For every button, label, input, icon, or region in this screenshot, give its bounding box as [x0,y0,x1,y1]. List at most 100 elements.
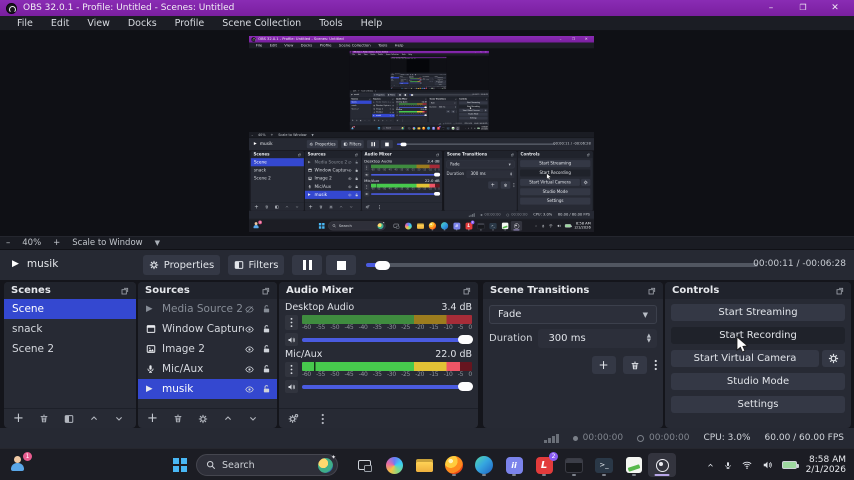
remove-scene-button[interactable] [39,413,49,424]
source-item[interactable]: ▶ musik [138,379,277,399]
add-transition-button[interactable]: + [592,356,616,374]
source-properties-button[interactable] [198,414,208,424]
clock[interactable]: 8:58 AM 2/1/2026 [806,455,846,476]
volume-slider[interactable] [302,385,472,389]
visibility-icon[interactable] [244,385,255,394]
lock-icon[interactable] [262,364,271,374]
people-icon[interactable]: 1 [6,453,30,477]
start-recording-button[interactable]: Start Recording [671,327,845,344]
add-source-button[interactable]: + [147,414,158,424]
add-scene-button[interactable]: + [13,414,24,424]
sources-dock-header[interactable]: Sources [138,282,277,299]
visibility-icon[interactable] [244,365,255,374]
scale-mode-select[interactable]: Scale to Window [72,238,142,248]
visibility-icon[interactable] [244,345,255,354]
move-source-down-button[interactable] [248,414,258,423]
microphone-tray-icon[interactable] [724,460,732,471]
volume-slider[interactable] [302,338,472,342]
scene-item[interactable]: snack [4,319,136,339]
volume-handle[interactable] [458,382,473,391]
mute-button[interactable] [285,333,298,346]
mixer-menu-button[interactable] [321,413,325,425]
l-app-icon[interactable]: L2 [532,453,556,477]
menu-profile[interactable]: Profile [166,16,214,31]
menu-help[interactable]: Help [352,16,392,31]
preview-canvas[interactable]: OBS 32.0.1 - Profile: Untitled - Scenes:… [0,31,854,236]
search-highlight-icon[interactable] [318,458,333,473]
spinner-arrows[interactable]: ▲▼ [647,334,651,344]
search-box[interactable]: Search [196,454,338,476]
volume-icon[interactable] [762,460,773,470]
virtual-camera-config-button[interactable] [822,350,845,367]
menu-view[interactable]: View [78,16,119,31]
controls-header[interactable]: Controls [665,282,851,299]
terminal-icon[interactable] [562,453,586,477]
start-button[interactable] [168,453,192,477]
powershell-icon[interactable]: >_ [592,453,616,477]
move-scene-up-button[interactable] [89,414,99,423]
menu-scene-collection[interactable]: Scene Collection [213,16,310,31]
source-item[interactable]: Mic/Aux [138,359,277,379]
remove-source-button[interactable] [173,413,183,424]
media-stop-button[interactable] [326,255,356,275]
lock-icon[interactable] [262,324,271,334]
dock-popout-icon[interactable] [836,287,844,295]
scene-transitions-header[interactable]: Scene Transitions [483,282,663,299]
advanced-audio-button[interactable] [288,413,299,424]
firefox-icon[interactable] [442,453,466,477]
wifi-icon[interactable] [741,460,753,470]
source-item[interactable]: ▶ Media Source 2 [138,299,277,319]
source-item[interactable]: Window Capture [138,319,277,339]
scene-filters-button[interactable] [64,414,74,424]
teams-icon[interactable]: ii [502,453,526,477]
scenes-dock-header[interactable]: Scenes [4,282,136,299]
volume-handle[interactable] [458,335,473,344]
minimize-button[interactable]: – [766,0,776,16]
close-button[interactable]: ✕ [830,0,840,16]
lock-icon[interactable] [262,304,271,314]
move-scene-down-button[interactable] [114,414,124,423]
menu-tools[interactable]: Tools [310,16,351,31]
zoom-in-button[interactable]: + [53,238,60,248]
menu-edit[interactable]: Edit [42,16,78,31]
edge-icon[interactable] [472,453,496,477]
tray-chevron-icon[interactable] [706,462,715,469]
copilot-icon[interactable] [382,453,406,477]
duration-input[interactable]: 300 ms ▲▼ [538,329,657,348]
lock-icon[interactable] [262,384,271,394]
dock-popout-icon[interactable] [121,287,129,295]
menu-file[interactable]: File [8,16,42,31]
start-streaming-button[interactable]: Start Streaming [671,304,845,321]
dock-popout-icon[interactable] [648,287,656,295]
seek-handle[interactable] [375,261,390,270]
media-pause-button[interactable] [292,255,322,275]
dock-popout-icon[interactable] [262,287,270,295]
preview-video[interactable]: OBS 32.0.1 - Profile: Untitled - Scenes:… [249,36,594,232]
properties-button[interactable]: Properties [143,255,220,275]
lock-icon[interactable] [262,344,271,354]
file-explorer-icon[interactable] [412,453,436,477]
menu-docks[interactable]: Docks [119,16,166,31]
channel-menu-button[interactable] [285,315,298,330]
scene-item[interactable]: Scene [4,299,136,319]
zoom-out-button[interactable]: – [6,238,10,248]
settings-button[interactable]: Settings [671,396,845,413]
titlebar[interactable]: OBS 32.0.1 - Profile: Untitled - Scenes:… [0,0,854,16]
battery-icon[interactable] [782,461,797,469]
task-view-button[interactable] [352,453,376,477]
move-source-up-button[interactable] [223,414,233,423]
visibility-off-icon[interactable] [244,305,255,314]
obs-taskbar-icon[interactable] [648,453,676,477]
maximize-button[interactable]: ❐ [798,0,808,16]
channel-menu-button[interactable] [285,362,298,377]
mute-button[interactable] [285,380,298,393]
scale-mode-caret-icon[interactable]: ▼ [155,239,160,247]
audio-mixer-header[interactable]: Audio Mixer [279,282,478,299]
dock-popout-icon[interactable] [463,287,471,295]
transition-menu-button[interactable] [654,359,658,371]
transition-select[interactable]: Fade ▼ [489,305,657,324]
filters-button[interactable]: Filters [228,255,284,275]
scene-item[interactable]: Scene 2 [4,339,136,359]
visibility-icon[interactable] [244,325,255,334]
remove-transition-button[interactable] [623,356,647,374]
